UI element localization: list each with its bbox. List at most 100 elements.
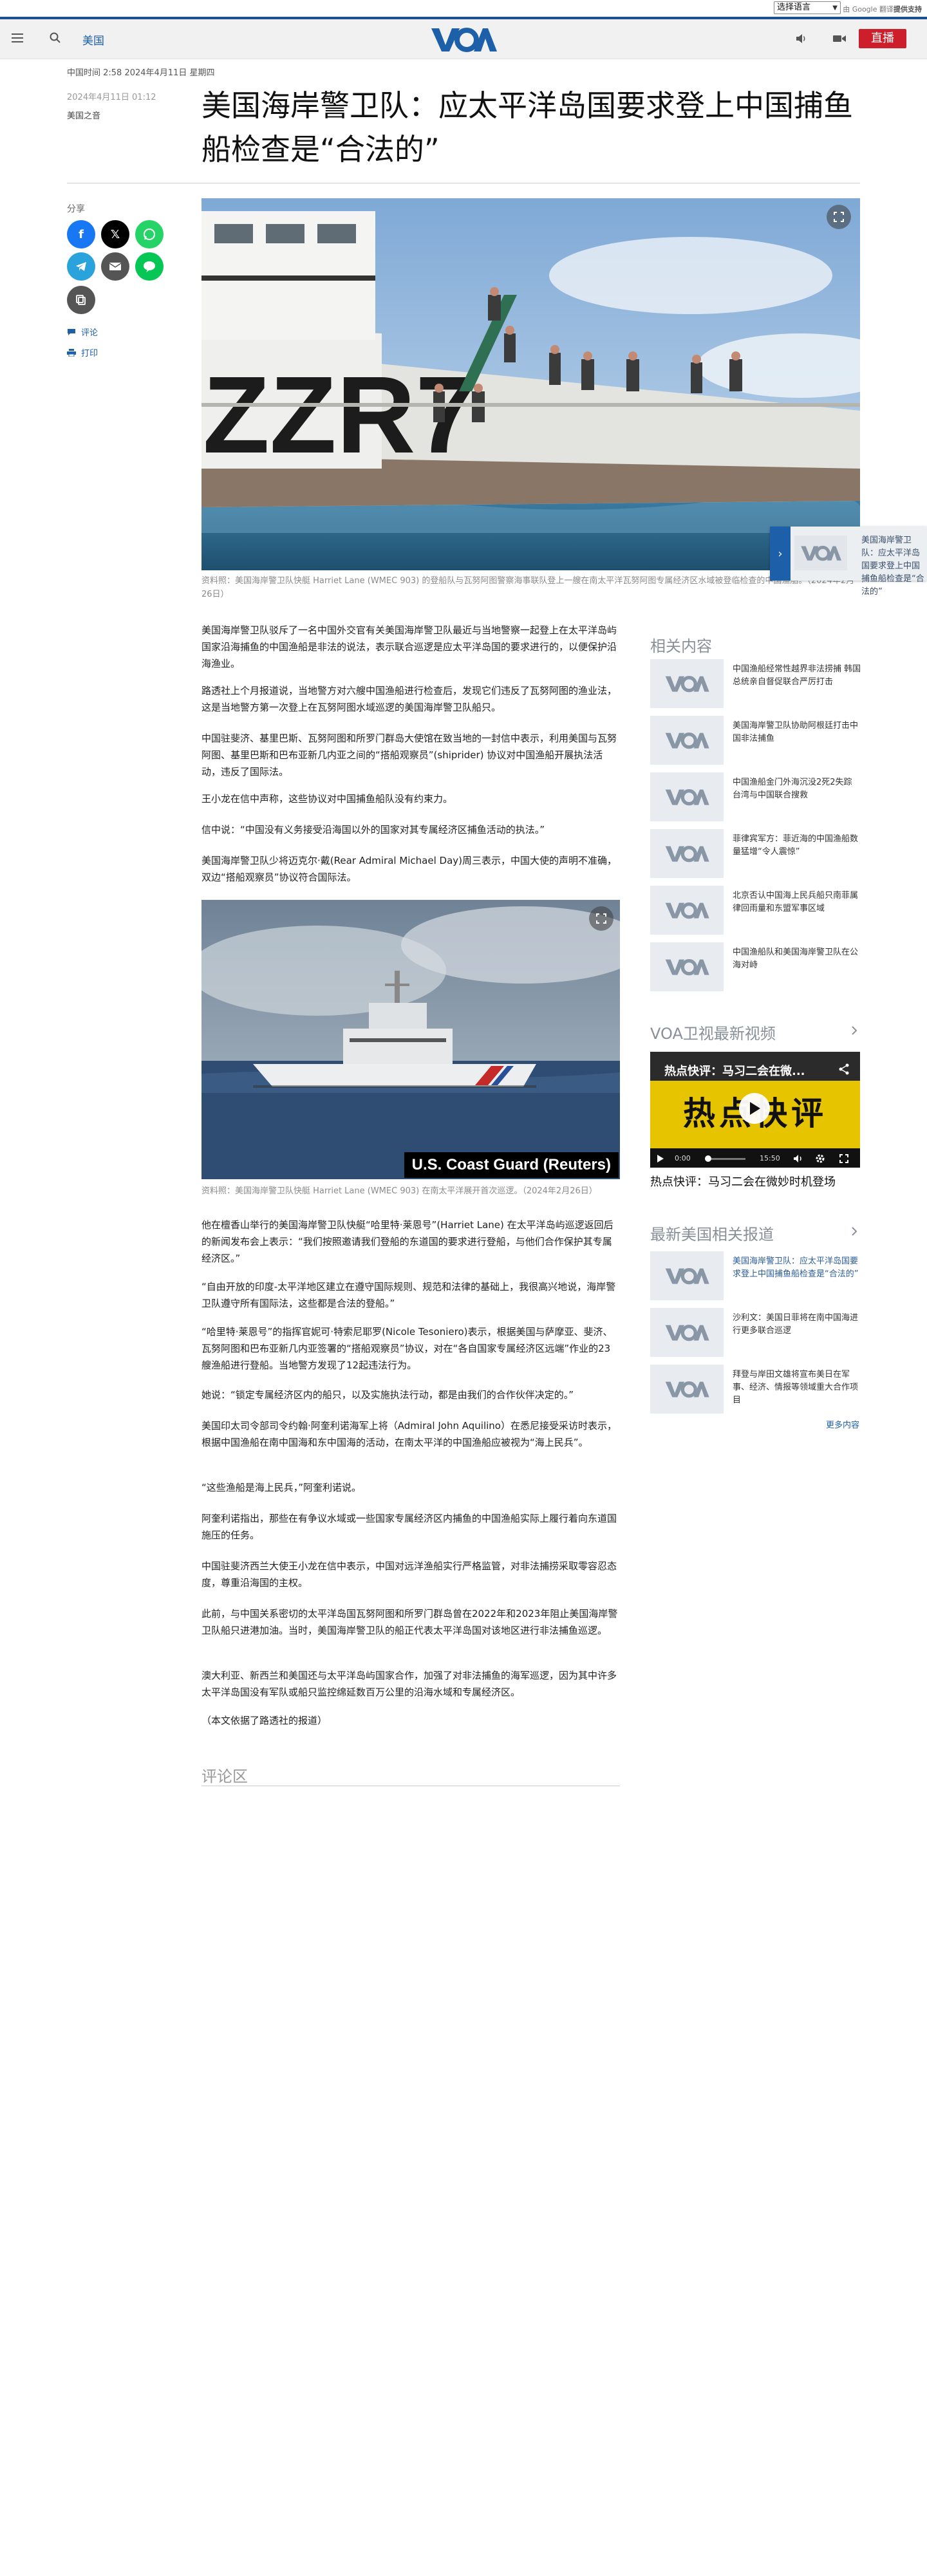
related-item[interactable]: 美国海岸警卫队协助阿根廷打击中国非法捕鱼 — [650, 716, 860, 765]
video-progress-bar[interactable] — [707, 1158, 745, 1160]
expand-image-button[interactable] — [589, 906, 613, 931]
print-link[interactable]: 打印 — [67, 346, 98, 359]
email-share-button[interactable] — [101, 252, 129, 281]
video-section-heading[interactable]: VOA卫视最新视频 — [650, 1021, 776, 1043]
paragraph: “这些渔船是海上民兵，”阿奎利诺说。 — [201, 1482, 362, 1493]
related-item[interactable]: 北京否认中国海上民兵船只南菲属律回雨量和东盟军事区域 — [650, 886, 860, 935]
paragraph: 中国驻斐济西兰大使王小龙在信中表示，中国对远洋渔船实行严格监管，对非法捕捞采取零… — [201, 1560, 617, 1589]
latest-item-title: 美国海岸警卫队：应太平洋岛国要求登上中国捕鱼船检查是“合法的” — [733, 1256, 859, 1279]
telegram-share-button[interactable] — [67, 252, 95, 281]
video-scrubber[interactable] — [705, 1155, 711, 1162]
paragraph: （本文依据了路透社的报道） — [201, 1715, 328, 1726]
video-camera-icon[interactable] — [832, 33, 847, 44]
video-controls: 0:00 15:50 — [650, 1150, 860, 1168]
latest-item[interactable]: 美国海岸警卫队：应太平洋岛国要求登上中国捕鱼船检查是“合法的” — [650, 1251, 860, 1300]
telegram-icon — [76, 262, 86, 271]
related-item-title: 菲律宾军方：菲近海的中国渔船数量猛增“令人震惊” — [733, 834, 859, 857]
related-item-title: 美国海岸警卫队协助阿根廷打击中国非法捕鱼 — [733, 721, 859, 743]
site-header: 美国 直播 — [0, 19, 927, 59]
related-thumbnail — [650, 772, 724, 821]
line-icon — [144, 261, 155, 272]
related-item-title: 中国渔船金门外海沉没2死2失踪 台湾与中国联合搜救 — [733, 778, 852, 800]
latest-heading[interactable]: 最新美国相关报道 — [650, 1222, 774, 1244]
play-small-icon[interactable] — [657, 1154, 664, 1163]
floating-article-widget[interactable]: › 美国海岸警卫队：应太平洋岛国要求登上中国捕鱼船检查是“合法的” — [770, 527, 927, 597]
voa-logo-thumb — [665, 1325, 709, 1341]
related-thumbnail — [650, 829, 724, 878]
audio-icon[interactable] — [794, 32, 807, 45]
paragraph: 中国驻斐济、基里巴斯、瓦努阿图和所罗门群岛大使馆在致当地的一封信中表示，利用美国… — [201, 733, 617, 778]
paragraph: 此前，与中国关系密切的太平洋岛国瓦努阿图和所罗门群岛曾在2022年和2023年阻… — [201, 1608, 618, 1636]
video-caption[interactable]: 热点快评：马习二会在微妙时机登场 — [650, 1173, 863, 1190]
comment-icon — [68, 329, 75, 335]
related-item[interactable]: 中国渔船队和美国海岸警卫队在公海对峙 — [650, 942, 860, 991]
share-icon[interactable] — [838, 1063, 850, 1075]
section-link-usa[interactable]: 美国 — [82, 32, 104, 48]
related-thumbnail — [650, 659, 724, 708]
boarding-photo: ZZR7 — [201, 198, 860, 570]
live-button[interactable]: 直播 — [859, 29, 906, 48]
latest-item-title: 沙利文：美国日菲将在南中国海进行更多联合巡逻 — [733, 1313, 859, 1336]
powered-by-text: 由 Google 翻译 — [843, 5, 894, 14]
voa-logo-thumb — [801, 545, 841, 561]
page-title: 美国海岸警卫队：应太平洋岛国要求登上中国捕鱼船检查是“合法的” — [201, 88, 853, 167]
latest-item[interactable]: 拜登与岸田文雄将宣布美日在军事、经济、情报等领域重大合作项目 — [650, 1365, 860, 1414]
language-select[interactable]: 选择语言 ▼ — [774, 1, 841, 14]
whatsapp-share-button[interactable] — [135, 220, 164, 248]
paragraph: 澳大利亚、新西兰和美国还与太平洋岛屿国家合作，加强了对非法捕鱼的海军巡逻，因为其… — [201, 1670, 617, 1698]
voa-logo-thumb — [665, 1381, 709, 1398]
search-icon[interactable] — [49, 32, 62, 44]
settings-gear-icon[interactable] — [815, 1153, 825, 1164]
author: 美国之音 — [67, 111, 101, 121]
related-item-title: 北京否认中国海上民兵船只南菲属律回雨量和东盟军事区域 — [733, 891, 859, 913]
voa-logo-thumb — [665, 959, 709, 976]
facebook-icon: f — [79, 227, 84, 241]
voa-logo-thumb — [665, 789, 709, 806]
photo-credit-badge: U.S. Coast Guard (Reuters) — [404, 1152, 619, 1178]
line-share-button[interactable] — [135, 252, 164, 281]
whatsapp-icon — [144, 229, 155, 240]
voa-logo-thumb — [665, 1268, 709, 1285]
play-button[interactable] — [739, 1093, 770, 1124]
voa-logo-thumb — [665, 676, 709, 693]
paragraph: 王小龙在信中声称，这些协议对中国捕鱼船队没有约束力。 — [201, 793, 453, 805]
widget-title: 美国海岸警卫队：应太平洋岛国要求登上中国捕鱼船检查是“合法的” — [861, 536, 924, 597]
copy-icon — [76, 295, 86, 305]
copy-link-button[interactable] — [67, 286, 95, 314]
facebook-share-button[interactable]: f — [67, 220, 95, 248]
related-item[interactable]: 中国渔船金门外海沉没2死2失踪 台湾与中国联合搜救 — [650, 772, 860, 821]
menu-icon[interactable] — [12, 33, 23, 44]
voa-logo-thumb — [665, 846, 709, 863]
related-heading: 相关内容 — [650, 637, 712, 655]
chevron-right-icon[interactable] — [850, 1026, 859, 1035]
x-share-button[interactable]: 𝕏 — [101, 220, 129, 248]
mail-icon — [109, 263, 122, 270]
related-item[interactable]: 菲律宾军方：菲近海的中国渔船数量猛增“令人震惊” — [650, 829, 860, 878]
chevron-right-icon[interactable] — [850, 1227, 859, 1236]
related-item[interactable]: 中国渔船经常性越界非法捞捕 韩国总统亲自督促联合严厉打击 — [650, 659, 861, 708]
paragraph: 她说：“锁定专属经济区内的船只，以及实施执法行动，都是由我们的合作伙伴决定的。” — [201, 1389, 574, 1401]
video-time-total: 15:50 — [760, 1154, 780, 1162]
related-thumbnail — [650, 942, 724, 991]
fullscreen-icon[interactable] — [839, 1154, 848, 1163]
comment-link[interactable]: 评论 — [67, 326, 98, 338]
paragraph: 美国印太司令部司令约翰·阿奎利诺海军上将（Admiral John Aquili… — [201, 1420, 617, 1448]
paragraph: “自由开放的印度-太平洋地区建立在遵守国际规则、规范和法律的基础上，我很高兴地说… — [201, 1281, 616, 1309]
play-icon — [750, 1102, 760, 1115]
local-datetime: 中国时间 2:58 2024年4月11日 星期四 — [67, 68, 215, 78]
widget-toggle-button[interactable]: › — [770, 527, 791, 581]
paragraph: “哈里特·莱恩号”的指挥官妮可·特索尼耶罗(Nicole Tesoniero)表… — [201, 1326, 613, 1371]
chevron-right-icon: › — [778, 546, 783, 561]
print-icon — [67, 349, 76, 357]
print-link-label: 打印 — [81, 349, 98, 359]
google-translate-credit: 由 Google 翻译提供支持 — [843, 4, 922, 14]
video-time-current: 0:00 — [675, 1154, 691, 1162]
volume-icon[interactable] — [793, 1154, 803, 1163]
more-content-link[interactable]: 更多内容 — [826, 1418, 859, 1430]
paragraph: 美国海岸警卫队驳斥了一名中国外交官有关美国海岸警卫队最近与当地警察一起登上在太平… — [201, 624, 617, 669]
latest-item[interactable]: 沙利文：美国日菲将在南中国海进行更多联合巡逻 — [650, 1308, 860, 1357]
chevron-down-icon: ▼ — [832, 5, 838, 12]
video-player[interactable]: 热点快评：马习二会在微... 热点快评 0:00 15:50 — [650, 1052, 860, 1168]
voa-logo[interactable] — [430, 26, 497, 53]
expand-image-button[interactable] — [827, 205, 851, 229]
